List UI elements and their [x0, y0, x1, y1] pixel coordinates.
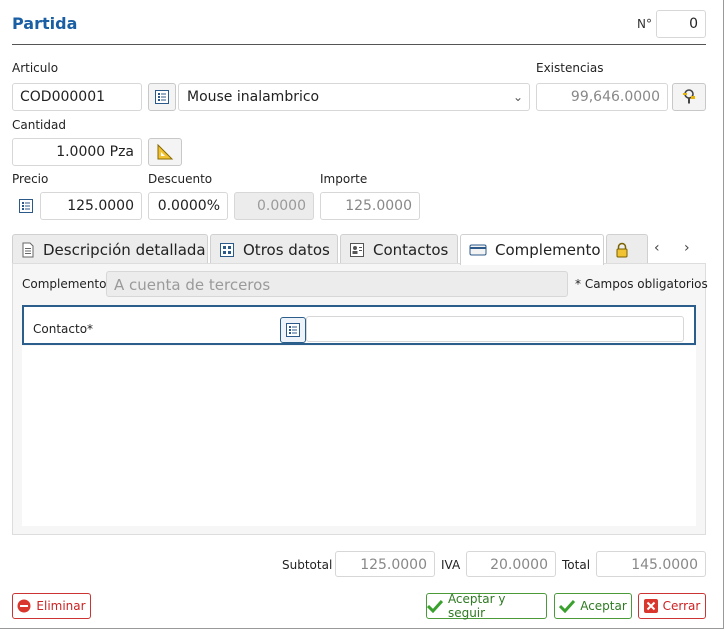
article-list-button[interactable] — [148, 83, 176, 111]
lock-icon — [616, 242, 628, 257]
contacto-label: Contacto* — [33, 322, 94, 336]
card-icon — [469, 244, 487, 256]
tab-label: Otros datos — [243, 240, 330, 259]
descuento-amount-field: 0.0000 — [234, 192, 314, 220]
cantidad-input[interactable]: 1.0000 Pza — [12, 138, 142, 166]
iva-label: IVA — [441, 558, 461, 572]
list-icon — [19, 199, 33, 213]
total-label: Total — [562, 558, 591, 572]
complemento-field: A cuenta de terceros — [106, 271, 568, 297]
document-icon — [22, 242, 34, 257]
tab-label: Contactos — [373, 240, 449, 259]
tab-scroll-left-icon[interactable]: ‹ — [654, 240, 660, 256]
number-field[interactable]: 0 — [656, 10, 706, 38]
warehouse-search-icon — [683, 89, 695, 104]
tab-complemento[interactable]: Complemento — [460, 234, 604, 265]
subtotal-field: 125.0000 — [335, 551, 435, 577]
minus-circle-icon — [17, 599, 31, 613]
existencias-label: Existencias — [536, 61, 604, 75]
list-icon — [155, 90, 169, 104]
ruler-triangle-icon — [157, 143, 174, 160]
articulo-code-input[interactable]: COD000001 — [12, 83, 142, 111]
checkmark-icon — [427, 600, 443, 613]
importe-label: Importe — [320, 172, 368, 186]
tab-otros-datos[interactable]: Otros datos — [210, 234, 338, 264]
cantidad-label: Cantidad — [12, 118, 66, 132]
articulo-name-value: Mouse inalambrico — [187, 89, 320, 105]
eliminar-button[interactable]: Eliminar — [12, 593, 91, 619]
descuento-label: Descuento — [148, 172, 213, 186]
tab-label: Complemento — [495, 241, 601, 259]
number-label: N° — [637, 17, 652, 31]
tab-descripcion-detallada[interactable]: Descripción detallada — [12, 234, 208, 264]
aceptar-y-seguir-label: Aceptar y seguir — [447, 592, 506, 620]
complemento-label: Complemento — [22, 277, 107, 291]
contacto-input[interactable] — [306, 316, 684, 342]
contacts-icon — [350, 242, 364, 257]
tab-contactos[interactable]: Contactos — [340, 234, 458, 264]
required-note: * Campos obligatorios — [575, 277, 708, 291]
header-divider — [12, 44, 706, 45]
tab-locked[interactable] — [606, 234, 648, 264]
aceptar-label: Aceptar — [580, 599, 627, 613]
iva-field: 20.0000 — [466, 551, 556, 577]
aceptar-y-seguir-button[interactable]: Aceptar y seguir — [426, 592, 547, 620]
cerrar-button[interactable]: Cerrar — [638, 593, 706, 619]
importe-field: 125.0000 — [320, 192, 420, 220]
list-icon — [286, 323, 300, 337]
cerrar-label: Cerrar — [662, 599, 701, 613]
total-field: 145.0000 — [596, 551, 706, 577]
existencias-field: 99,646.0000 — [536, 83, 668, 111]
grid-icon — [220, 242, 234, 257]
articulo-label: Articulo — [12, 61, 59, 75]
articulo-name-select[interactable]: Mouse inalambrico ⌄ — [178, 83, 530, 111]
contacto-list-button[interactable] — [280, 317, 306, 343]
precio-input[interactable]: 125.0000 — [40, 192, 142, 220]
unit-measure-button[interactable] — [148, 138, 182, 166]
dialog-title: Partida — [12, 14, 78, 33]
tab-scroll-right-icon[interactable]: › — [684, 240, 690, 256]
aceptar-button[interactable]: Aceptar — [554, 593, 632, 619]
stock-lookup-button[interactable] — [672, 83, 706, 111]
checkmark-icon — [559, 599, 576, 613]
price-list-button[interactable] — [14, 193, 38, 219]
panel-empty-area — [22, 346, 696, 526]
chevron-down-icon: ⌄ — [512, 90, 523, 104]
precio-label: Precio — [12, 172, 49, 186]
subtotal-label: Subtotal — [282, 558, 333, 572]
close-icon — [643, 599, 658, 613]
descuento-percent-input[interactable]: 0.0000% — [148, 192, 228, 220]
eliminar-label: Eliminar — [36, 599, 86, 613]
tab-label: Descripción detallada — [43, 240, 206, 259]
tab-bar: Descripción detallada Otros datos Contac… — [12, 234, 706, 265]
